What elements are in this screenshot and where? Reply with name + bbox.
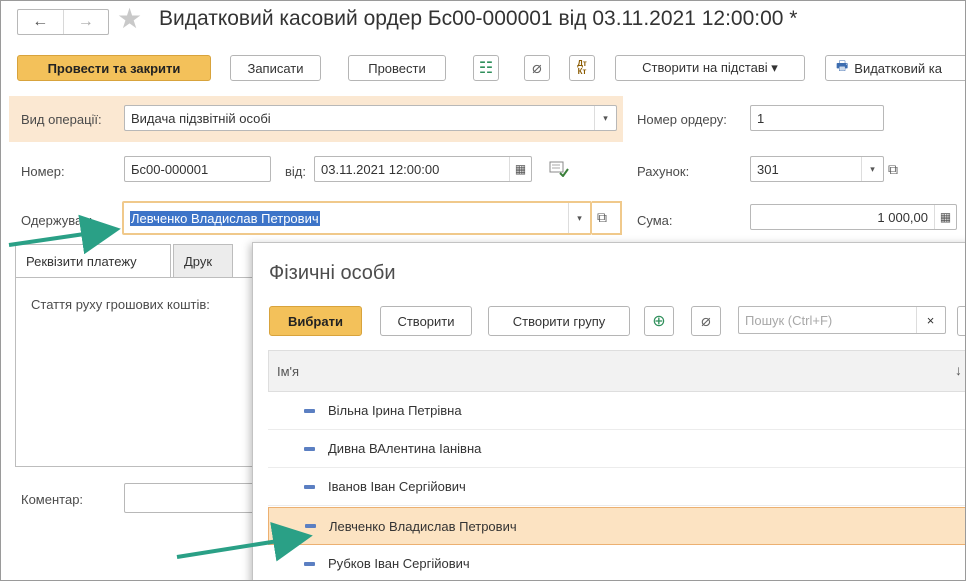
arrow-to-recipient [8,214,121,255]
arrow-to-selected-person [176,521,313,562]
document-window: ← → ★ Видатковий касовий ордер Бс00-0000… [0,0,966,581]
annotation-arrows [8,214,313,562]
